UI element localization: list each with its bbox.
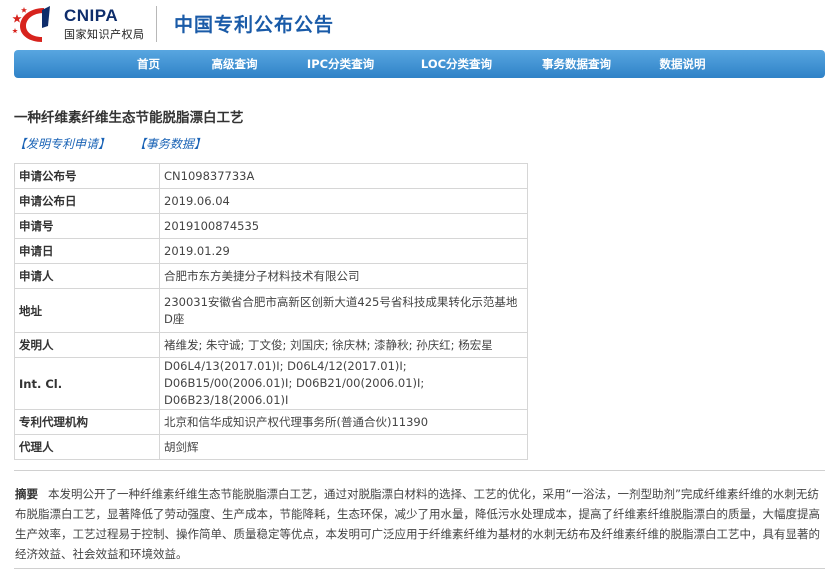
header-divider xyxy=(156,6,157,42)
field-value: D06L4/13(2017.01)I; D06L4/12(2017.01)I; … xyxy=(159,357,528,410)
abstract-label: 摘要 xyxy=(15,487,38,501)
field-value: 北京和信华成知识产权代理事务所(普通合伙)11390 xyxy=(159,409,528,435)
field-label: 专利代理机构 xyxy=(14,409,160,435)
field-value: 2019100874535 xyxy=(159,213,528,239)
field-label: 地址 xyxy=(14,288,160,333)
abstract-section: 摘要 本发明公开了一种纤维素纤维生态节能脱脂漂白工艺，通过对脱脂漂白材料的选择、工… xyxy=(14,470,825,569)
cnipa-logo[interactable]: CNIPA 国家知识产权局 xyxy=(12,4,152,44)
field-value: 2019.01.29 xyxy=(159,238,528,264)
cnipa-emblem-icon xyxy=(12,6,50,42)
table-row: 专利代理机构 北京和信华成知识产权代理事务所(普通合伙)11390 xyxy=(14,409,528,435)
patent-info-table: 申请公布号 CN109837733A 申请公布日 2019.06.04 申请号 … xyxy=(14,163,528,460)
field-label: 申请公布日 xyxy=(14,188,160,214)
field-label: 申请人 xyxy=(14,263,160,289)
table-row: 申请日 2019.01.29 xyxy=(14,238,528,264)
table-row: 申请公布日 2019.06.04 xyxy=(14,188,528,214)
field-label: 申请号 xyxy=(14,213,160,239)
table-row: 发明人 褚维发; 朱守诚; 丁文俊; 刘国庆; 徐庆林; 漆静秋; 孙庆红; 杨… xyxy=(14,332,528,358)
field-label: Int. Cl. xyxy=(14,357,160,410)
field-value: 褚维发; 朱守诚; 丁文俊; 刘国庆; 徐庆林; 漆静秋; 孙庆红; 杨宏星 xyxy=(159,332,528,358)
field-label: 代理人 xyxy=(14,434,160,460)
table-row: 申请号 2019100874535 xyxy=(14,213,528,239)
site-header: CNIPA 国家知识产权局 中国专利公布公告 xyxy=(0,0,839,48)
field-value: 230031安徽省合肥市高新区创新大道425号省科技成果转化示范基地D座 xyxy=(159,288,528,333)
abstract-text: 本发明公开了一种纤维素纤维生态节能脱脂漂白工艺，通过对脱脂漂白材料的选择、工艺的… xyxy=(15,487,820,561)
table-row: 代理人 胡剑辉 xyxy=(14,434,528,460)
nav-item-transaction-search[interactable]: 事务数据查询 xyxy=(525,56,629,72)
patent-links: 【发明专利申请】 【事务数据】 xyxy=(14,135,226,152)
nav-item-home[interactable]: 首页 xyxy=(121,56,177,72)
field-value: CN109837733A xyxy=(159,163,528,189)
field-value: 2019.06.04 xyxy=(159,188,528,214)
table-row: 申请公布号 CN109837733A xyxy=(14,163,528,189)
transaction-data-link[interactable]: 【事务数据】 xyxy=(134,137,206,151)
field-value: 合肥市东方美捷分子材料技术有限公司 xyxy=(159,263,528,289)
nav-item-data-description[interactable]: 数据说明 xyxy=(647,56,719,72)
invention-application-link[interactable]: 【发明专利申请】 xyxy=(14,137,110,151)
nav-item-ipc-search[interactable]: IPC分类查询 xyxy=(293,56,389,72)
main-nav: 首页 高级查询 IPC分类查询 LOC分类查询 事务数据查询 数据说明 xyxy=(14,50,825,78)
logo-english-text: CNIPA xyxy=(64,6,119,25)
table-row: 申请人 合肥市东方美捷分子材料技术有限公司 xyxy=(14,263,528,289)
table-row: Int. Cl. D06L4/13(2017.01)I; D06L4/12(20… xyxy=(14,357,528,410)
field-value: 胡剑辉 xyxy=(159,434,528,460)
field-label: 申请公布号 xyxy=(14,163,160,189)
patent-title: 一种纤维素纤维生态节能脱脂漂白工艺 xyxy=(14,110,244,126)
logo-chinese-text: 国家知识产权局 xyxy=(64,28,145,41)
nav-item-loc-search[interactable]: LOC分类查询 xyxy=(407,56,507,72)
field-label: 发明人 xyxy=(14,332,160,358)
field-label: 申请日 xyxy=(14,238,160,264)
table-row: 地址 230031安徽省合肥市高新区创新大道425号省科技成果转化示范基地D座 xyxy=(14,288,528,333)
nav-item-advanced-search[interactable]: 高级查询 xyxy=(195,56,275,72)
site-title: 中国专利公布公告 xyxy=(174,14,335,36)
